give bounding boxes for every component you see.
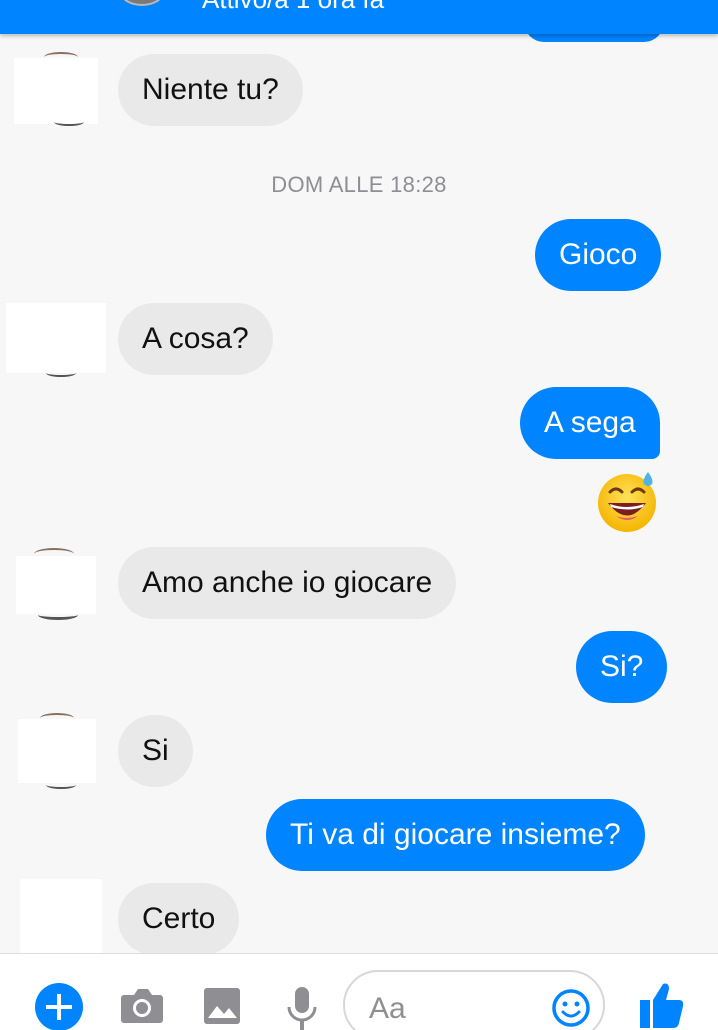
camera-icon[interactable]	[120, 987, 164, 1025]
sender-avatar[interactable]	[6, 303, 106, 377]
composer-bar: Aa	[0, 953, 718, 1030]
smiley-icon[interactable]	[551, 988, 591, 1028]
message-bubble-outgoing[interactable]: Si?	[576, 631, 668, 703]
image-icon[interactable]	[203, 987, 241, 1025]
grinning-sweat-emoji[interactable]	[596, 470, 660, 534]
message-bubble-incoming[interactable]: Si	[118, 715, 193, 787]
chat-header: Attivo/a 1 ora fa	[0, 0, 718, 34]
sender-avatar[interactable]	[18, 713, 96, 789]
message-bubble-incoming[interactable]: Certo	[118, 883, 240, 955]
message-input-placeholder: Aa	[369, 992, 406, 1025]
message-bubble-outgoing[interactable]: Gioco	[535, 219, 662, 291]
sender-avatar[interactable]	[14, 52, 98, 126]
message-bubble-outgoing[interactable]: Ti va di giocare insieme?	[266, 799, 645, 871]
active-status: Attivo/a 1 ora fa	[202, 0, 384, 14]
thumbs-up-icon[interactable]	[640, 982, 684, 1028]
sender-avatar[interactable]	[16, 548, 96, 620]
date-separator: DOM ALLE 18:28	[271, 172, 447, 197]
message-bubble-incoming[interactable]: A cosa?	[118, 303, 273, 375]
message-bubble-incoming[interactable]: Amo anche io giocare	[118, 547, 457, 619]
plus-icon[interactable]	[34, 982, 84, 1030]
message-bubble-incoming[interactable]: Niente tu?	[118, 54, 303, 126]
message-input[interactable]: Aa	[343, 970, 605, 1030]
contact-avatar[interactable]	[120, 0, 164, 6]
message-bubble-outgoing[interactable]: A sega	[520, 387, 660, 459]
microphone-icon[interactable]	[286, 987, 318, 1030]
sender-avatar[interactable]	[20, 879, 102, 953]
